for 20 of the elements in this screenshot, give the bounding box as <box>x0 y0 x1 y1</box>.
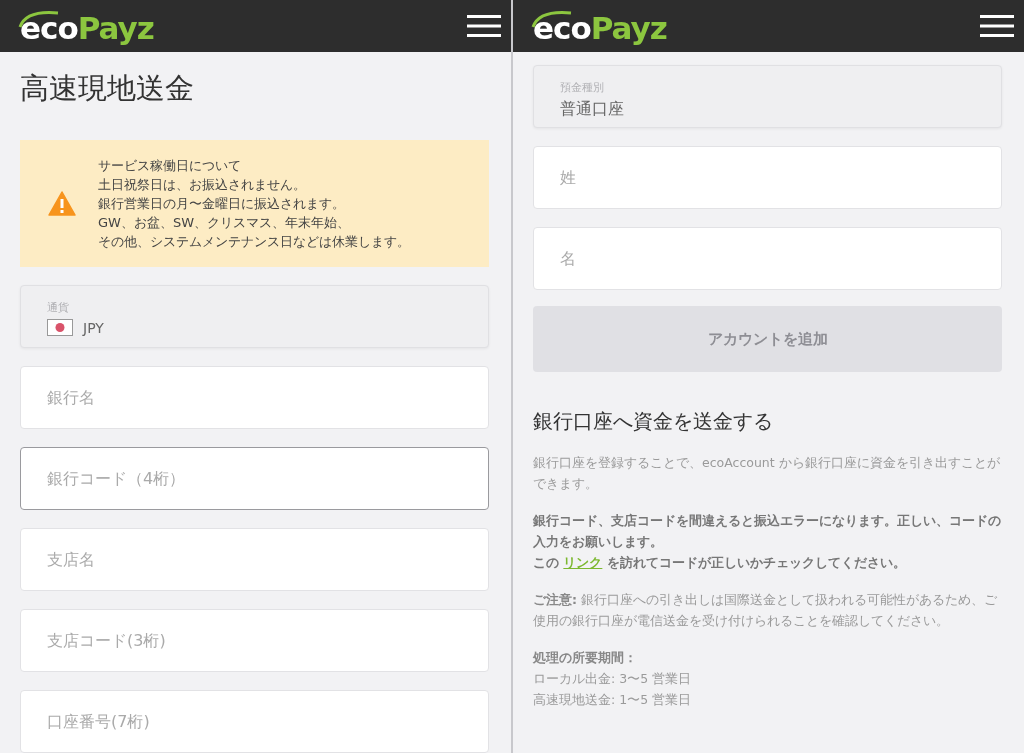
flag-icon <box>47 319 73 336</box>
brand-logo[interactable]: ecoPayz <box>533 8 667 44</box>
notice-text: サービス稼働日について 土日祝祭日は、お振込されません。 銀行営業日の月〜金曜日に振込されます。 GW、お盆、SW、クリスマス、年末年始、 その他、システムメンテナンス日などは休業します。 <box>98 157 410 251</box>
field-value: 普通口座 <box>560 99 624 120</box>
field-label: 通貨 <box>47 300 69 315</box>
field-value: JPY <box>83 319 104 336</box>
input-field[interactable]: 銀行コード（4桁） <box>20 447 489 510</box>
warning-icon <box>48 191 76 216</box>
timing-title: 処理の所要期間： <box>533 649 638 667</box>
brand-logo[interactable]: ecoPayz <box>20 8 154 44</box>
timing-text: ローカル出金: 3〜5 営業日 <box>533 670 693 688</box>
caution-text: ご注意: 銀行口座への引き出しは国際送金として扱われる可能性があるため、ご使用の銀行口座が電信送金を受け付けられることを確認してください。 <box>533 591 998 630</box>
timing-text: 高速現地送金: 1〜5 営業日 <box>533 691 693 709</box>
page-title: 高速現地送金 <box>20 70 194 106</box>
section-heading: 銀行口座へ資金を送金する <box>533 408 773 435</box>
currency-field[interactable]: 通貨 JPY <box>20 285 489 348</box>
menu-icon[interactable] <box>467 14 501 38</box>
menu-icon[interactable] <box>980 14 1014 38</box>
intro-text: 銀行口座を登録することで、ecoAccount から銀行口座に資金を引き出すことができます。 <box>533 454 1001 493</box>
warning-text: 銀行コード、支店コードを間違えると振込エラーになります。正しい、コードの入力をお願いします。 この リンク を訪れてコードが正しいかチェックしてください。 <box>533 512 1002 572</box>
